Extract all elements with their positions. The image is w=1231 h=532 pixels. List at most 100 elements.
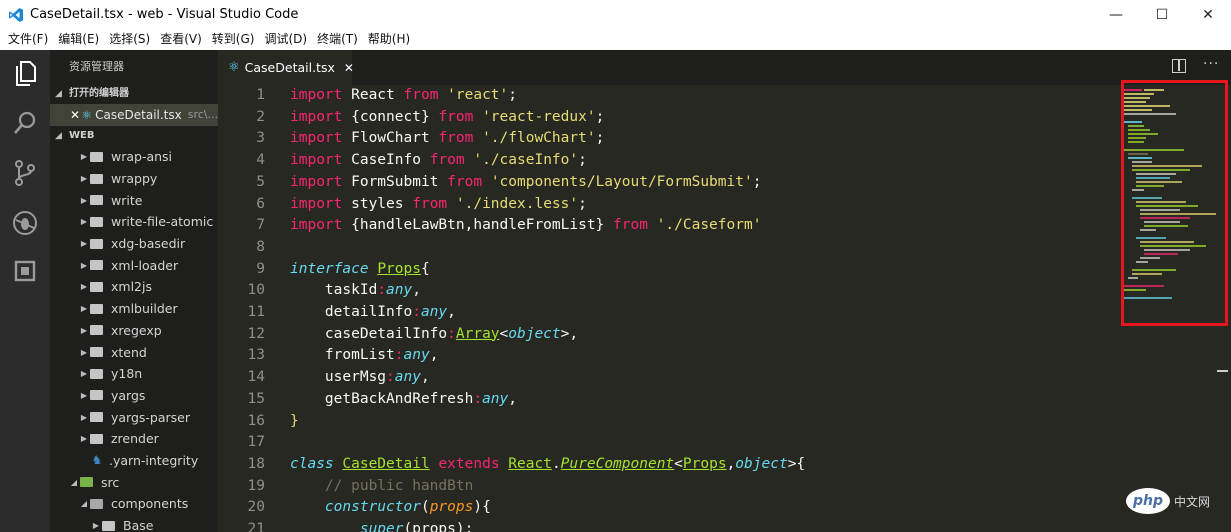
chevron-right-icon: ▶ <box>92 521 100 531</box>
tree-item[interactable]: ▶ xml-loader <box>50 254 218 276</box>
menu-view[interactable]: 查看(V) <box>155 29 207 50</box>
tree-item[interactable]: ▶ y18n <box>50 363 218 385</box>
menu-terminal[interactable]: 终端(T) <box>312 29 363 50</box>
line-number: 10 <box>247 282 265 299</box>
code-line: 6 import styles from './index.less'; <box>218 194 1118 216</box>
chevron-right-icon: ▶ <box>80 217 88 227</box>
chevron-right-icon: ▶ <box>80 390 88 400</box>
tree-item-label: xml2js <box>111 279 152 295</box>
tree-item[interactable]: ▶ xtend <box>50 341 218 363</box>
tree-item[interactable]: ▶ xmlbuilder <box>50 298 218 320</box>
tree-item[interactable]: ▶ yargs-parser <box>50 406 218 428</box>
tree-item[interactable]: ♞ .yarn-integrity <box>50 450 218 472</box>
code-text: fromList:any, <box>290 347 439 364</box>
tree-item[interactable]: ▶ wrappy <box>50 168 218 190</box>
tree-item-label: yargs-parser <box>111 409 191 425</box>
code-line: 15 getBackAndRefresh:any, <box>218 389 1118 411</box>
tree-item-label: src <box>101 474 120 490</box>
tree-item-label: Base <box>123 518 154 532</box>
code-line: 5 import FormSubmit from 'components/Layo… <box>218 172 1118 194</box>
search-icon[interactable] <box>0 100 50 146</box>
tree-item[interactable]: ▶ write <box>50 189 218 211</box>
folder-icon <box>90 151 103 162</box>
line-number: 3 <box>256 130 265 147</box>
code-editor[interactable]: 1 import React from 'react'; 2 import {con… <box>218 85 1231 532</box>
tree-item-label: xml-loader <box>111 257 179 273</box>
code-text: detailInfo:any, <box>290 304 456 320</box>
tree-item[interactable]: ▶ wrap-ansi <box>50 146 218 168</box>
menu-go[interactable]: 转到(G) <box>207 29 260 50</box>
scrollbar-marker[interactable] <box>1217 370 1228 372</box>
line-number: 19 <box>247 477 265 494</box>
tree-item[interactable]: ▶ zrender <box>50 428 218 450</box>
yarn-file-icon: ♞ <box>91 453 103 468</box>
code-line: 21 super(props); <box>218 519 1118 532</box>
code-line: 13 fromList:any, <box>218 345 1118 367</box>
maximize-button[interactable]: ☐ <box>1139 0 1185 29</box>
tree-item-label: yargs <box>111 387 146 403</box>
code-text: import FlowChart from './flowChart'; <box>290 130 605 147</box>
close-window-button[interactable]: ✕ <box>1185 0 1231 29</box>
extensions-icon[interactable] <box>0 248 50 294</box>
react-file-icon: ⚛ <box>81 108 93 122</box>
files-icon[interactable] <box>0 50 50 96</box>
more-actions-icon[interactable]: ··· <box>1203 56 1219 72</box>
line-number: 1 <box>256 87 265 103</box>
chevron-right-icon: ▶ <box>80 195 88 205</box>
folder-icon <box>90 173 103 184</box>
watermark-logo: php <box>1126 488 1170 514</box>
chevron-down-icon: ◢ <box>55 131 62 141</box>
open-editors-header[interactable]: ◢ 打开的编辑器 <box>50 84 218 104</box>
tree-item[interactable]: ◢ components <box>50 493 218 515</box>
watermark: php 中文网 <box>1126 482 1231 520</box>
code-line: 8 <box>218 237 1118 259</box>
open-editors-label: 打开的编辑器 <box>69 88 129 99</box>
folder-src-icon <box>80 477 93 488</box>
minimize-button[interactable]: — <box>1093 0 1139 29</box>
tree-item[interactable]: ◢ src <box>50 471 218 493</box>
split-editor-icon[interactable] <box>1172 59 1186 73</box>
menu-debug[interactable]: 调试(D) <box>259 29 312 50</box>
code-text: userMsg:any, <box>290 369 430 386</box>
line-number: 14 <box>247 369 265 386</box>
open-editor-item[interactable]: ✕ ⚛ CaseDetail.tsx src\... <box>50 104 218 126</box>
tree-item[interactable]: ▶ xregexp <box>50 320 218 342</box>
open-editor-path: src\... <box>187 108 218 121</box>
folder-icon <box>90 368 103 379</box>
folder-icon <box>90 390 103 401</box>
chevron-right-icon: ▶ <box>80 239 88 249</box>
tree-item-label: components <box>111 496 189 512</box>
chevron-right-icon: ▶ <box>80 260 88 270</box>
tree-item[interactable]: ▶ xml2js <box>50 276 218 298</box>
menu-help[interactable]: 帮助(H) <box>363 29 415 50</box>
line-number: 18 <box>247 455 265 472</box>
tree-item[interactable]: ▶ write-file-atomic <box>50 211 218 233</box>
folder-icon <box>90 412 103 423</box>
tree-item[interactable]: ▶ xdg-basedir <box>50 233 218 255</box>
tree-item[interactable]: ▶ yargs <box>50 385 218 407</box>
chevron-down-icon: ◢ <box>70 477 78 487</box>
menu-file[interactable]: 文件(F) <box>3 29 53 50</box>
line-number: 7 <box>256 217 265 234</box>
tree-item[interactable]: ▶ Base <box>50 515 218 532</box>
menu-edit[interactable]: 编辑(E) <box>53 29 104 50</box>
minimap-highlight-box <box>1121 80 1228 326</box>
chevron-right-icon: ▶ <box>80 347 88 357</box>
close-icon[interactable]: ✕ <box>70 104 81 126</box>
line-number: 2 <box>256 108 265 125</box>
code-line: 11 detailInfo:any, <box>218 302 1118 324</box>
source-control-icon[interactable] <box>0 150 50 196</box>
menu-selection[interactable]: 选择(S) <box>104 29 155 50</box>
code-text: caseDetailInfo:Array<object>, <box>290 325 579 342</box>
tree-item-label: write-file-atomic <box>111 214 214 230</box>
code-line: 10 taskId:any, <box>218 280 1118 302</box>
code-line: 2 import {connect} from 'react-redux'; <box>218 107 1118 129</box>
folder-icon <box>90 216 103 227</box>
close-tab-icon[interactable]: ✕ <box>344 61 354 75</box>
debug-icon[interactable] <box>0 200 50 246</box>
tab-casedetail[interactable]: ⚛ CaseDetail.tsx ✕ <box>218 50 354 85</box>
code-text: import styles from './index.less'; <box>290 195 587 212</box>
window-title: CaseDetail.tsx - web - Visual Studio Cod… <box>30 7 299 22</box>
code-line: 19 // public handBtn <box>218 476 1118 498</box>
project-header[interactable]: ◢ WEB <box>50 126 218 146</box>
